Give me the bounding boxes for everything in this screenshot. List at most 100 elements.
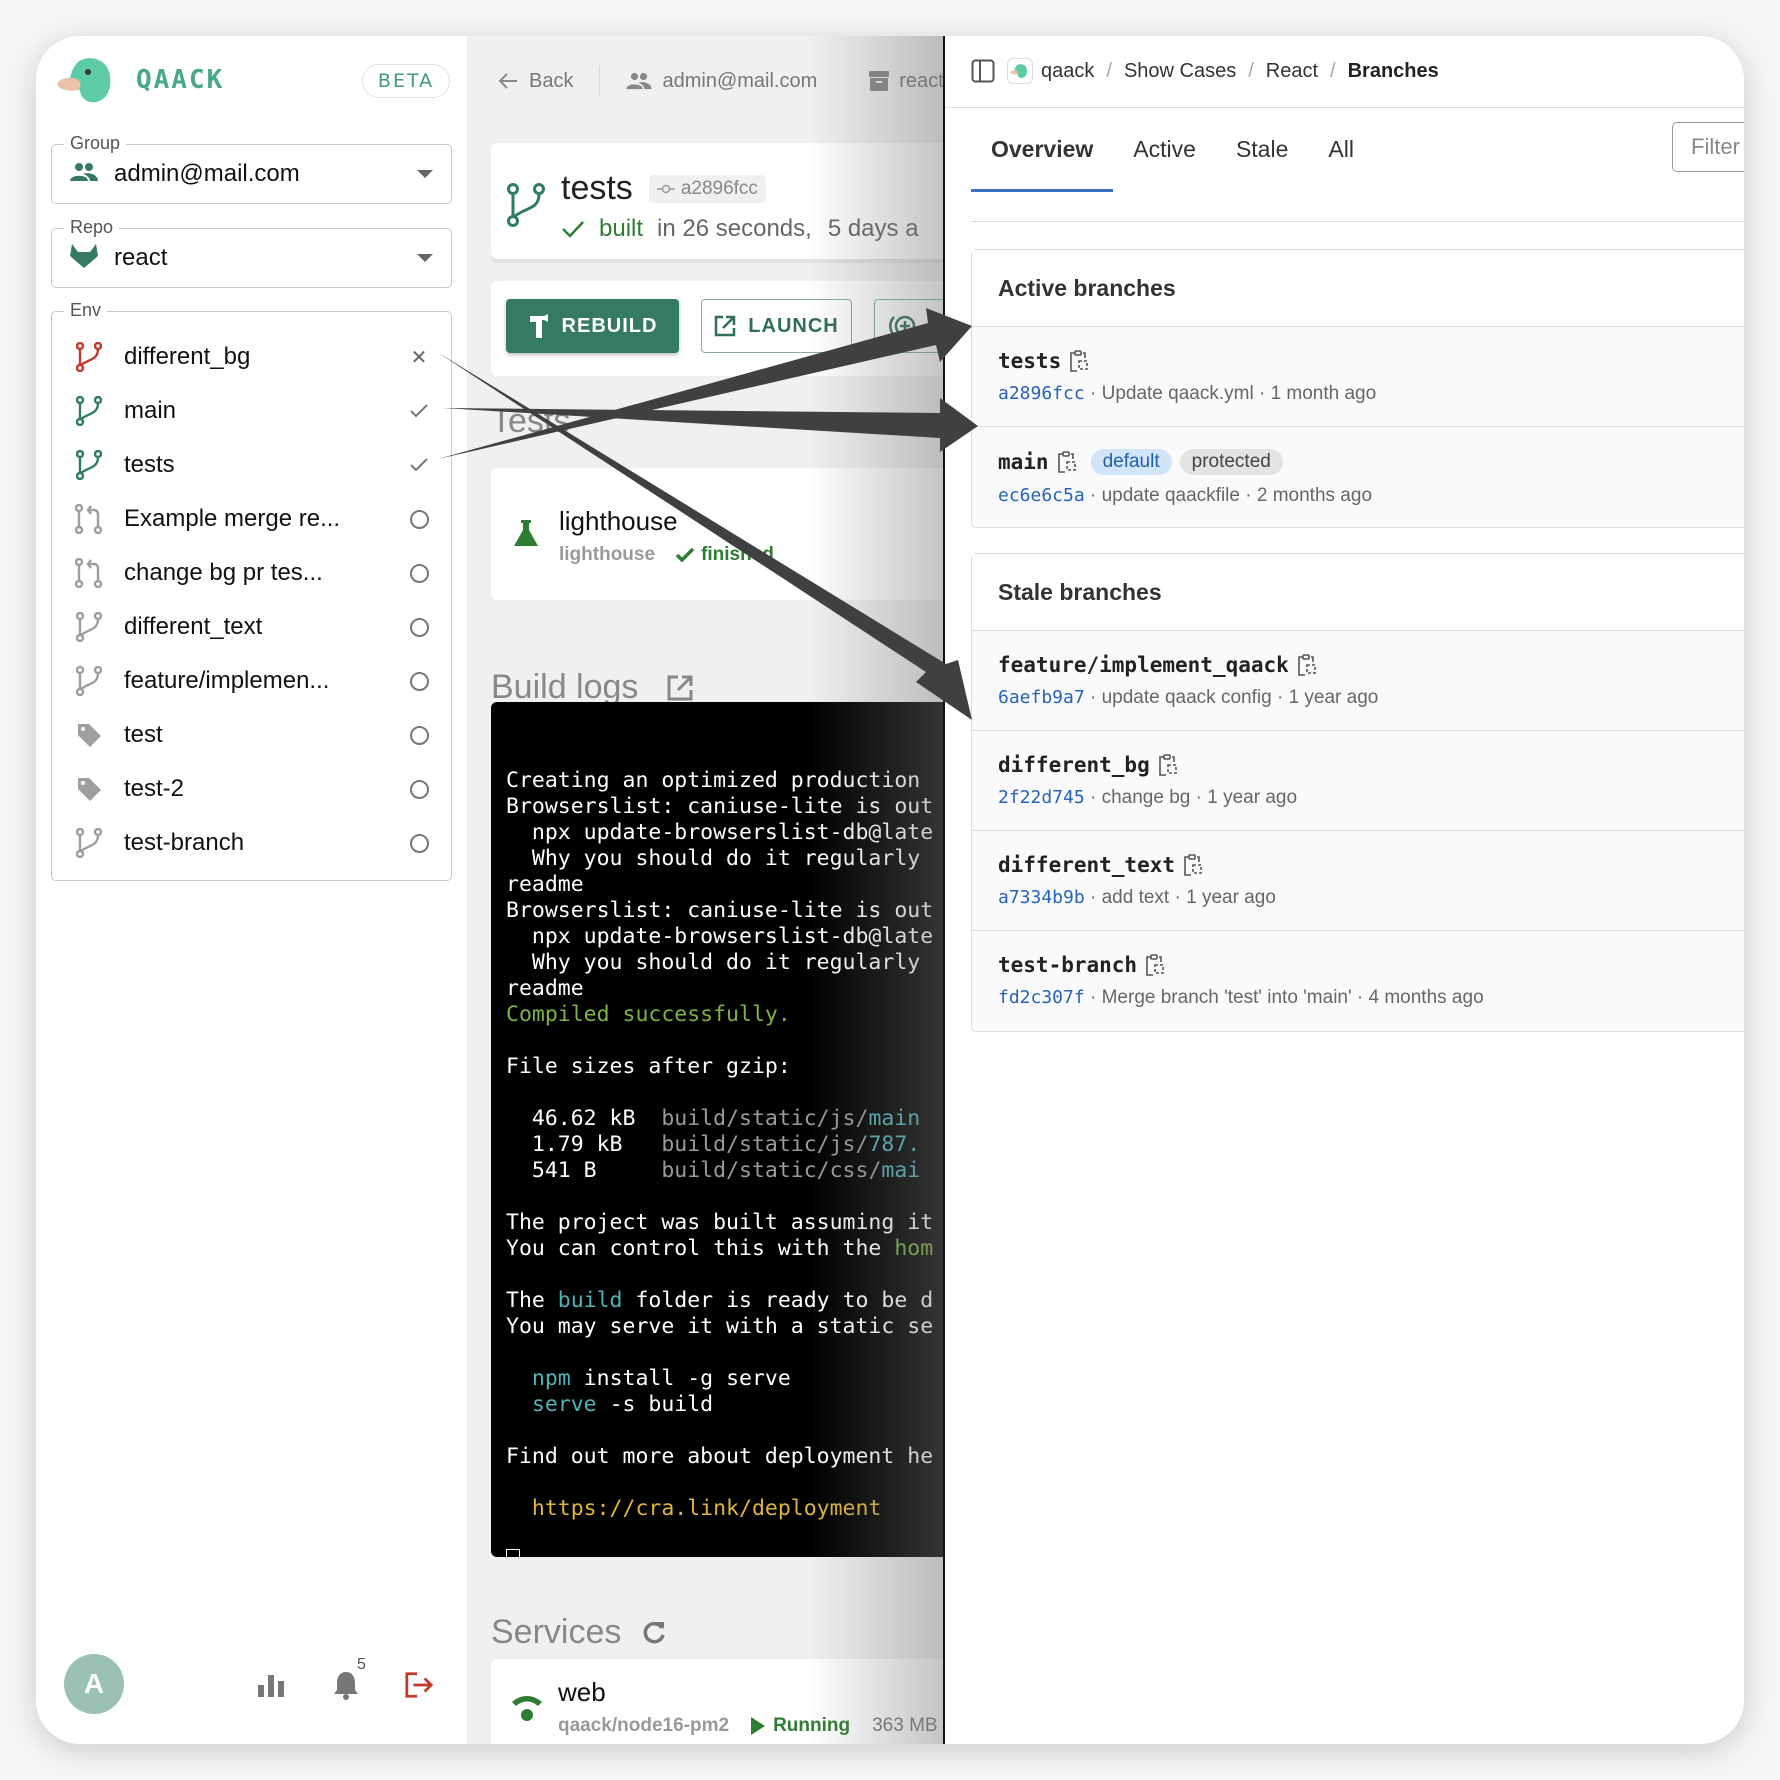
copy-icon[interactable] — [1145, 953, 1165, 977]
commit-icon — [656, 184, 675, 193]
log-segment: main — [868, 1106, 921, 1131]
env-item-label: feature/implemen... — [124, 667, 330, 694]
env-item-main[interactable]: main — [52, 384, 451, 438]
open-external-icon[interactable] — [666, 674, 694, 702]
branch-row[interactable]: main default protected ec6e6c5a · update q… — [972, 427, 1744, 527]
sidebar-toggle-icon[interactable] — [971, 59, 995, 83]
env-item-label: change bg pr tes... — [124, 559, 323, 586]
env-item-test-branch[interactable]: test-branch — [52, 816, 451, 870]
branch-name[interactable]: main — [998, 450, 1049, 474]
log-segment: The — [506, 1288, 558, 1313]
radio-icon[interactable] — [409, 617, 429, 637]
stats-button[interactable] — [256, 1670, 286, 1700]
commit-sha[interactable]: fd2c307f — [998, 987, 1085, 1008]
tab-all[interactable]: All — [1308, 136, 1374, 192]
log-segment: install -g serve — [570, 1366, 791, 1391]
log-line: 1.79 kB build/static/js/787. — [506, 1132, 979, 1158]
env-item-example-merge-re[interactable]: Example merge re... — [52, 492, 451, 546]
separator: · — [1245, 485, 1257, 506]
branch-name[interactable]: different_bg — [998, 753, 1150, 777]
build-duration: in 26 seconds, — [657, 215, 812, 242]
rebuild-button[interactable]: REBUILD — [506, 299, 679, 353]
env-list: Env different_bg ✕ main tests Example mer… — [51, 300, 452, 881]
service-card[interactable]: web qaack/node16-pm2 Running 363 MB — [491, 1659, 979, 1744]
breadcrumb-item[interactable]: Show Cases — [1124, 60, 1236, 83]
branch-row[interactable]: test-branch fd2c307f · Merge branch 'tes… — [972, 931, 1744, 1031]
repo-value: react — [114, 244, 168, 271]
radio-icon[interactable] — [409, 725, 429, 745]
group-link[interactable]: admin@mail.com — [626, 70, 817, 93]
copy-icon[interactable] — [1183, 853, 1203, 877]
commit-sha[interactable]: ec6e6c5a — [998, 485, 1085, 506]
external-link-icon — [715, 315, 736, 337]
branch-name[interactable]: test-branch — [998, 953, 1137, 977]
repo-select[interactable]: Repo react — [51, 217, 452, 288]
rebuild-label: REBUILD — [561, 314, 658, 337]
log-line: Why you should do it regularly — [506, 950, 979, 976]
commit-sha[interactable]: a2896fcc — [998, 383, 1085, 404]
branch-row[interactable]: tests a2896fcc · Update qaack.yml · 1 mo… — [972, 327, 1744, 427]
branch-row[interactable]: feature/implement_qaack 6aefb9a7 · updat… — [972, 631, 1744, 731]
repo-link[interactable]: react — [869, 70, 944, 93]
breadcrumb-separator: / — [1106, 59, 1112, 82]
log-segment: Browserslist: caniuse-lite is out — [506, 898, 934, 923]
close-icon[interactable]: ✕ — [409, 347, 429, 369]
env-item-different-text[interactable]: different_text — [52, 600, 451, 654]
brand[interactable]: QAACK — [56, 56, 224, 104]
repo-legend: Repo — [64, 217, 120, 238]
duck-logo-icon — [56, 56, 120, 104]
tab-stale[interactable]: Stale — [1216, 136, 1308, 192]
log-segment — [506, 1366, 532, 1391]
back-button[interactable]: Back — [497, 70, 573, 93]
radio-icon[interactable] — [409, 563, 429, 583]
launch-button[interactable]: LAUNCH — [701, 299, 852, 353]
refresh-icon[interactable] — [641, 1620, 667, 1646]
commit-sha[interactable]: a7334b9b — [998, 887, 1085, 908]
env-item-feature-implemen[interactable]: feature/implemen... — [52, 654, 451, 708]
log-segment: You can control this with the — [506, 1236, 895, 1261]
log-line: readme — [506, 976, 979, 1002]
copy-icon[interactable] — [1297, 653, 1317, 677]
copy-icon[interactable] — [1069, 349, 1089, 373]
log-segment: 787. — [868, 1132, 921, 1157]
branches-panel: qaack / Show Cases / React / Branches Ov… — [943, 36, 1744, 1744]
commit-sha[interactable]: 2f22d745 — [998, 787, 1085, 808]
notifications-button[interactable]: 5 — [331, 1656, 366, 1700]
env-item-change-bg-pr-tes[interactable]: change bg pr tes... — [52, 546, 451, 600]
tab-overview[interactable]: Overview — [971, 136, 1114, 192]
branch-name[interactable]: tests — [998, 349, 1061, 373]
stale-branches-heading: Stale branches — [972, 554, 1744, 631]
radio-icon[interactable] — [409, 509, 429, 529]
filter-input[interactable]: Filter — [1672, 122, 1744, 172]
copy-icon[interactable] — [1158, 753, 1178, 777]
env-item-tests[interactable]: tests — [52, 438, 451, 492]
log-line: https://cra.link/deployment — [506, 1496, 979, 1522]
divider — [971, 221, 1744, 222]
logout-button[interactable] — [404, 1670, 434, 1700]
radio-icon[interactable] — [409, 833, 429, 853]
branch-name[interactable]: feature/implement_qaack — [998, 653, 1289, 677]
test-card[interactable]: lighthouse lighthouse finished — [491, 468, 979, 600]
build-log-terminal[interactable]: Creating an optimized production Browsers… — [491, 702, 979, 1557]
avatar[interactable]: A — [64, 1654, 124, 1714]
branch-row[interactable]: different_bg 2f22d745 · change bg · 1 ye… — [972, 731, 1744, 831]
commit-hash[interactable]: a2896fcc — [648, 174, 766, 203]
log-line: serve -s build — [506, 1392, 979, 1418]
log-segment — [506, 1496, 532, 1521]
branch-row[interactable]: different_text a7334b9b · add text · 1 y… — [972, 831, 1744, 931]
project-avatar-icon — [1007, 58, 1033, 84]
env-item-different-bg[interactable]: different_bg ✕ — [52, 330, 451, 384]
radio-icon[interactable] — [409, 671, 429, 691]
env-item-label: test-2 — [124, 775, 185, 802]
commit-sha[interactable]: 6aefb9a7 — [998, 687, 1085, 708]
branch-name[interactable]: different_text — [998, 853, 1175, 877]
tab-active[interactable]: Active — [1113, 136, 1216, 192]
radio-icon[interactable] — [409, 779, 429, 799]
env-item-test-2[interactable]: test-2 — [52, 762, 451, 816]
env-item-test[interactable]: test — [52, 708, 451, 762]
group-select[interactable]: Group admin@mail.com — [51, 133, 452, 204]
breadcrumb-item[interactable]: React — [1266, 60, 1318, 83]
copy-icon[interactable] — [1057, 450, 1077, 474]
breadcrumb-item[interactable]: qaack — [1041, 60, 1094, 83]
log-segment — [506, 1392, 532, 1417]
